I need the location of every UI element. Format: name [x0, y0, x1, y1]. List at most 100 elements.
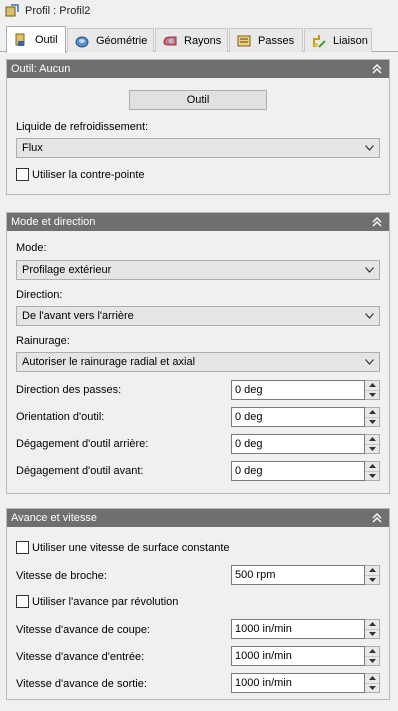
lead-in-feedrate-spinbox[interactable]: 1000 in/min	[231, 646, 380, 666]
collapse-icon[interactable]	[371, 512, 383, 524]
coolant-dropdown[interactable]: Flux	[16, 138, 380, 158]
front-clearance-input[interactable]: 0 deg	[231, 461, 365, 481]
tool-orientation-label: Orientation d'outil:	[16, 411, 105, 423]
spin-down-icon[interactable]	[365, 657, 379, 666]
spin-arrows[interactable]	[365, 380, 380, 400]
feed-panel-title: Avance et vitesse	[11, 512, 98, 524]
spin-up-icon[interactable]	[365, 408, 379, 418]
spindle-speed-spinbox[interactable]: 500 rpm	[231, 565, 380, 585]
spin-down-icon[interactable]	[365, 576, 379, 585]
constant-surface-speed-label: Utiliser une vitesse de surface constant…	[32, 541, 230, 554]
checkbox-box[interactable]	[16, 168, 29, 181]
chevron-down-icon	[365, 267, 374, 273]
tab-bar: Outil Géométrie Rayons Passes Liaison	[0, 26, 398, 53]
lead-out-feedrate-spinbox[interactable]: 1000 in/min	[231, 673, 380, 693]
spin-down-icon[interactable]	[365, 684, 379, 693]
spin-up-icon[interactable]	[365, 620, 379, 630]
window-title: Profil : Profil2	[25, 5, 91, 17]
cutting-feedrate-input[interactable]: 1000 in/min	[231, 619, 365, 639]
spin-down-icon[interactable]	[365, 630, 379, 639]
mode-panel-title: Mode et direction	[11, 216, 96, 228]
lead-in-feedrate-input[interactable]: 1000 in/min	[231, 646, 365, 666]
lead-out-feedrate-label: Vitesse d'avance de sortie:	[16, 678, 147, 690]
coolant-value: Flux	[22, 142, 43, 154]
direction-dropdown[interactable]: De l'avant vers l'arrière	[16, 306, 380, 326]
mode-value: Profilage extérieur	[22, 264, 112, 276]
coolant-label: Liquide de refroidissement:	[16, 121, 149, 133]
pass-direction-label: Direction des passes:	[16, 384, 122, 396]
checkbox-box[interactable]	[16, 595, 29, 608]
checkbox-box[interactable]	[16, 541, 29, 554]
tool-icon	[15, 33, 25, 46]
tailstock-checkbox-label: Utiliser la contre-pointe	[32, 168, 145, 181]
tab-rayons[interactable]: Rayons	[155, 28, 228, 52]
spin-arrows[interactable]	[365, 565, 380, 585]
spin-down-icon[interactable]	[365, 445, 379, 454]
back-clearance-input[interactable]: 0 deg	[231, 434, 365, 454]
direction-value: De l'avant vers l'arrière	[22, 310, 134, 322]
tailstock-checkbox[interactable]: Utiliser la contre-pointe	[16, 168, 145, 181]
lead-out-feedrate-input[interactable]: 1000 in/min	[231, 673, 365, 693]
spin-up-icon[interactable]	[365, 674, 379, 684]
lead-in-feedrate-label: Vitesse d'avance d'entrée:	[16, 651, 145, 663]
front-clearance-spinbox[interactable]: 0 deg	[231, 461, 380, 481]
tool-panel-header[interactable]: Outil: Aucun	[7, 60, 389, 78]
mode-label: Mode:	[16, 242, 47, 254]
profile-icon	[5, 4, 19, 17]
spin-up-icon[interactable]	[365, 566, 379, 576]
tool-orientation-input[interactable]: 0 deg	[231, 407, 365, 427]
grooving-label: Rainurage:	[16, 335, 70, 347]
spin-down-icon[interactable]	[365, 391, 379, 400]
grooving-value: Autoriser le rainurage radial et axial	[22, 356, 196, 368]
cutting-feedrate-spinbox[interactable]: 1000 in/min	[231, 619, 380, 639]
feed-per-revolution-checkbox[interactable]: Utiliser l'avance par révolution	[16, 595, 178, 608]
feed-panel-header[interactable]: Avance et vitesse	[7, 509, 389, 527]
feed-per-revolution-label: Utiliser l'avance par révolution	[32, 595, 179, 608]
constant-surface-speed-checkbox[interactable]: Utiliser une vitesse de surface constant…	[16, 541, 230, 554]
grooving-dropdown[interactable]: Autoriser le rainurage radial et axial	[16, 352, 380, 372]
tool-orientation-spinbox[interactable]: 0 deg	[231, 407, 380, 427]
linking-icon	[313, 34, 326, 48]
radii-icon	[163, 36, 177, 45]
mode-panel-header[interactable]: Mode et direction	[7, 213, 389, 231]
tool-select-button[interactable]: Outil	[129, 90, 267, 110]
passes-icon	[237, 35, 251, 46]
cutting-feedrate-label: Vitesse d'avance de coupe:	[16, 624, 150, 636]
mode-direction-panel: Mode et direction Mode: Profilage extéri…	[6, 212, 390, 494]
spin-up-icon[interactable]	[365, 435, 379, 445]
spin-arrows[interactable]	[365, 646, 380, 666]
tab-liaison[interactable]: Liaison	[304, 28, 372, 52]
spindle-speed-input[interactable]: 500 rpm	[231, 565, 365, 585]
back-clearance-label: Dégagement d'outil arrière:	[16, 438, 149, 450]
spin-down-icon[interactable]	[365, 472, 379, 481]
pass-direction-spinbox[interactable]: 0 deg	[231, 380, 380, 400]
tool-panel-title: Outil: Aucun	[11, 63, 71, 75]
tab-passes[interactable]: Passes	[229, 28, 303, 52]
chevron-down-icon	[365, 145, 374, 151]
spin-up-icon[interactable]	[365, 462, 379, 472]
chevron-down-icon	[365, 359, 374, 365]
spin-arrows[interactable]	[365, 461, 380, 481]
tab-geometrie[interactable]: Géométrie	[67, 28, 154, 52]
front-clearance-label: Dégagement d'outil avant:	[16, 465, 144, 477]
collapse-icon[interactable]	[371, 63, 383, 75]
direction-label: Direction:	[16, 289, 63, 301]
spin-arrows[interactable]	[365, 434, 380, 454]
spin-arrows[interactable]	[365, 407, 380, 427]
title-bar: Profil : Profil2	[0, 0, 398, 22]
feed-speed-panel: Avance et vitesse Utiliser une vitesse d…	[6, 508, 390, 700]
mode-dropdown[interactable]: Profilage extérieur	[16, 260, 380, 280]
spindle-speed-label: Vitesse de broche:	[16, 570, 107, 582]
collapse-icon[interactable]	[371, 216, 383, 228]
back-clearance-spinbox[interactable]: 0 deg	[231, 434, 380, 454]
tab-outil[interactable]: Outil	[6, 26, 66, 53]
spin-down-icon[interactable]	[365, 418, 379, 427]
pass-direction-input[interactable]: 0 deg	[231, 380, 365, 400]
chevron-down-icon	[365, 313, 374, 319]
spin-arrows[interactable]	[365, 619, 380, 639]
spin-up-icon[interactable]	[365, 647, 379, 657]
tool-panel: Outil: Aucun Outil Liquide de refroidiss…	[6, 59, 390, 195]
spin-up-icon[interactable]	[365, 381, 379, 391]
spin-arrows[interactable]	[365, 673, 380, 693]
geometry-icon	[75, 36, 89, 47]
